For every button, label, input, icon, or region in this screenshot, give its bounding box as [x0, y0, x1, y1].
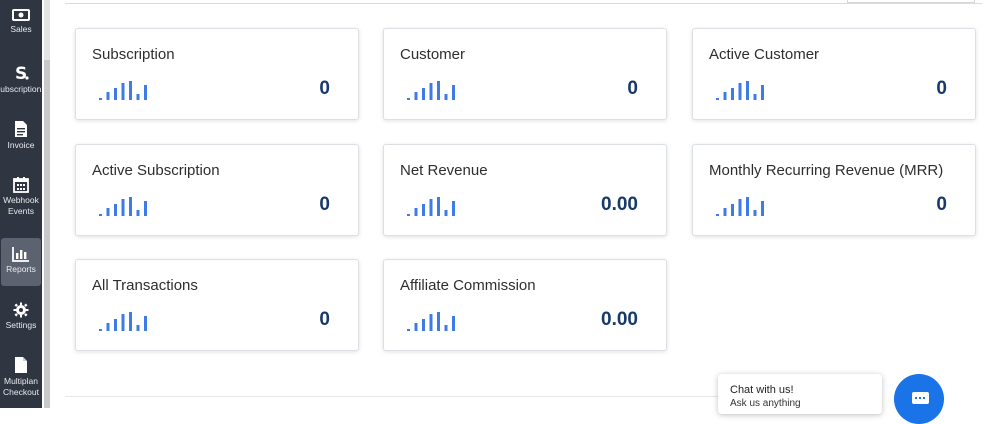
- chat-prompt-bubble[interactable]: Chat with us! Ask us anything: [718, 374, 882, 414]
- card-title: Customer: [400, 46, 466, 63]
- sidebar-item-sales[interactable]: Sales: [0, 8, 42, 35]
- calendar-icon: [13, 177, 29, 193]
- card-value: 0: [319, 309, 330, 330]
- card-value: 0: [627, 78, 638, 99]
- reports-dashboard: Subscription 0 Customer 0 Active Custome…: [50, 0, 1000, 408]
- mini-bar-chart-icon: [407, 81, 455, 100]
- sidebar-item-settings[interactable]: Settings: [0, 302, 42, 331]
- card-value: 0: [936, 194, 947, 215]
- stat-card-active-customer: Active Customer 0: [692, 28, 976, 120]
- header-divider: [65, 3, 982, 4]
- sidebar-item-reports[interactable]: Reports: [1, 238, 41, 286]
- chat-subtitle: Ask us anything: [730, 398, 801, 409]
- card-title: Active Subscription: [92, 162, 220, 179]
- sidebar-item-label: Reports: [6, 264, 36, 274]
- card-title: Subscription: [92, 46, 175, 63]
- mini-bar-chart-icon: [99, 81, 147, 100]
- sidebar-item-label: Webhook Events: [3, 195, 39, 216]
- mini-bar-chart-icon: [99, 197, 147, 216]
- sidebar-item-label: Sales: [10, 24, 32, 34]
- sidebar-item-label: Invoice: [7, 140, 35, 150]
- mini-bar-chart-icon: [407, 197, 455, 216]
- mini-bar-chart-icon: [407, 312, 455, 331]
- svg-text:S: S: [15, 64, 27, 82]
- stat-card-all-transactions: All Transactions 0: [75, 259, 359, 351]
- file-icon: [15, 357, 27, 373]
- document-icon: [15, 121, 27, 137]
- header-control[interactable]: [847, 0, 975, 3]
- bar-chart-icon: [12, 247, 29, 262]
- chat-title: Chat with us!: [730, 384, 794, 396]
- stat-card-subscription: Subscription 0: [75, 28, 359, 120]
- card-value: 0: [319, 194, 330, 215]
- stat-card-net-revenue: Net Revenue 0.00: [383, 144, 667, 236]
- chat-icon: [912, 392, 929, 404]
- card-value: 0: [319, 78, 330, 99]
- sidebar-item-multiplan-checkout[interactable]: Multiplan Checkout: [0, 356, 42, 398]
- sidebar: Sales S Subscription Invoice Webhook Eve…: [0, 0, 42, 408]
- sidebar-item-webhook-events[interactable]: Webhook Events: [0, 176, 42, 217]
- mini-bar-chart-icon: [716, 197, 764, 216]
- card-value: 0.00: [601, 309, 638, 330]
- card-title: Monthly Recurring Revenue (MRR): [709, 162, 944, 179]
- stat-card-mrr: Monthly Recurring Revenue (MRR) 0: [692, 144, 976, 236]
- sidebar-item-label: Multiplan Checkout: [3, 376, 39, 397]
- stat-card-customer: Customer 0: [383, 28, 667, 120]
- card-value: 0: [936, 78, 947, 99]
- card-title: All Transactions: [92, 277, 198, 294]
- card-title: Affiliate Commission: [400, 277, 536, 294]
- chat-launcher-button[interactable]: [894, 374, 944, 424]
- mini-bar-chart-icon: [716, 81, 764, 100]
- card-title: Net Revenue: [400, 162, 488, 179]
- footer-divider: [65, 396, 825, 397]
- subscription-s-icon: S: [15, 64, 29, 82]
- sidebar-item-label: Settings: [5, 320, 37, 330]
- money-icon: [12, 9, 30, 21]
- sidebar-item-label: Subscription: [0, 84, 42, 94]
- stat-card-active-subscription: Active Subscription 0: [75, 144, 359, 236]
- gear-icon: [13, 302, 29, 318]
- sidebar-item-invoice[interactable]: Invoice: [0, 120, 42, 151]
- card-title: Active Customer: [709, 46, 820, 63]
- card-value: 0.00: [601, 194, 638, 215]
- sidebar-item-subscription[interactable]: S Subscription: [0, 64, 42, 95]
- stat-card-affiliate-commission: Affiliate Commission 0.00: [383, 259, 667, 351]
- mini-bar-chart-icon: [99, 312, 147, 331]
